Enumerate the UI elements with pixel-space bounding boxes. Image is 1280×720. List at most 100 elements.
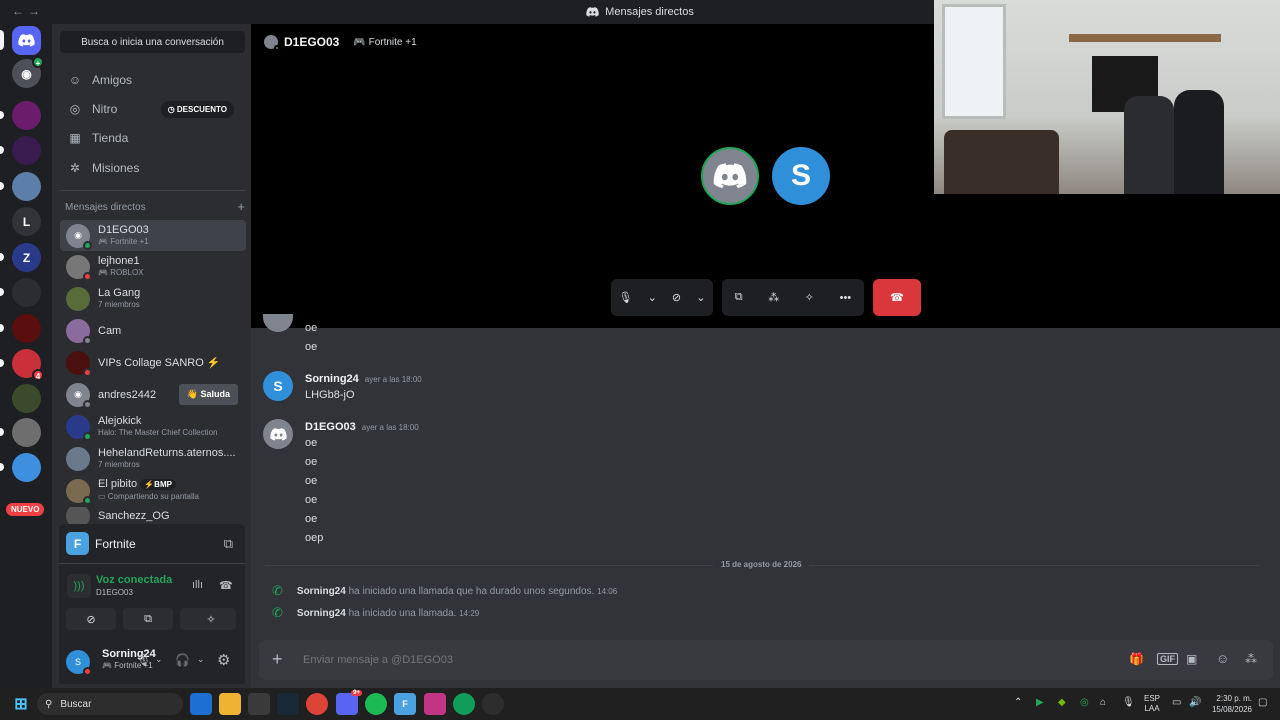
microphone-icon[interactable]: 🎙 <box>1122 697 1135 708</box>
message-author[interactable]: Sorning24 <box>305 373 359 385</box>
apps-icon[interactable]: ⁂ <box>1245 652 1257 666</box>
chevron-down-icon[interactable]: ⌄ <box>155 654 163 665</box>
call-peer-name[interactable]: D1EGO03 <box>284 35 339 49</box>
nav-quests[interactable]: ✲ Misiones <box>60 154 246 182</box>
noise-suppression-icon[interactable]: ıllı <box>192 579 203 591</box>
wave-button[interactable]: 👋 Saluda <box>178 384 238 405</box>
dm-item[interactable]: Sanchezz_OG <box>60 507 246 525</box>
app-icon[interactable] <box>482 693 504 715</box>
usb-icon[interactable]: ⌂ <box>1100 697 1106 708</box>
message-text: oe <box>305 475 318 487</box>
taskbar-search[interactable]: ⚲ Buscar <box>37 693 183 715</box>
dm-item[interactable]: HehelandReturns.aternos.... 7 miembros <box>60 443 246 474</box>
discord-icon <box>18 34 35 47</box>
file-explorer-icon[interactable] <box>219 693 241 715</box>
soundboard-button[interactable]: ✧ <box>186 608 236 630</box>
screen-share-icon[interactable]: ⧉ <box>735 291 743 304</box>
more-icon[interactable]: ••• <box>840 292 852 304</box>
dm-item[interactable]: La Gang 7 miembros <box>60 283 246 314</box>
call-actions: ⧉ ⁂ ✧ ••• <box>722 279 864 316</box>
chevron-down-icon[interactable]: ⌄ <box>696 291 705 304</box>
nav-shop[interactable]: ▦ Tienda <box>60 124 246 152</box>
disconnect-icon[interactable]: ☎ <box>219 579 233 592</box>
emoji-icon[interactable]: ☺ <box>1216 651 1229 666</box>
gif-icon[interactable]: GIF <box>1157 653 1178 665</box>
dm-item[interactable]: lejhone1 🎮 ROBLOX <box>60 251 246 282</box>
server-icon[interactable] <box>12 384 41 413</box>
clock[interactable]: 2:30 p. m. 15/08/2026 <box>1206 693 1252 715</box>
avatar[interactable]: S <box>263 371 293 401</box>
language-indicator[interactable]: ESP LAA <box>1144 694 1160 714</box>
sticker-icon[interactable]: ▣ <box>1186 652 1197 666</box>
server-icon[interactable] <box>0 136 41 165</box>
notification-icon[interactable]: ▢ <box>1258 697 1267 708</box>
avatar[interactable] <box>263 419 293 449</box>
screen-share-button[interactable]: ⧉ <box>123 608 173 630</box>
nvidia-icon[interactable]: ◆ <box>1058 697 1066 708</box>
microphone-icon[interactable]: 🎙 <box>619 291 633 304</box>
camera-feed[interactable] <box>934 0 1280 194</box>
dm-item[interactable]: El pibito ⚡BMP ▭ Compartiendo su pantalla <box>60 475 246 506</box>
nav-friends[interactable]: ☺ Amigos <box>60 66 246 94</box>
server-icon[interactable] <box>0 172 41 201</box>
signal-icon[interactable]: ))) <box>67 574 91 598</box>
back-forward-arrows[interactable]: ←→ <box>12 4 44 18</box>
headphones-icon[interactable]: 🎧 <box>175 653 190 667</box>
activities-icon[interactable]: ⁂ <box>768 291 779 304</box>
dm-item[interactable]: Alejokick Halo: The Master Chief Collecti… <box>60 411 246 442</box>
activity-card[interactable]: F Fortnite ⧉ <box>59 524 245 564</box>
fortnite-taskbar-icon[interactable]: F <box>394 693 416 715</box>
windows-start-icon[interactable]: ⊞ <box>10 693 32 715</box>
participant-avatar[interactable] <box>701 147 759 205</box>
gift-icon[interactable]: 🎁 <box>1129 652 1144 666</box>
user-avatar[interactable]: S <box>66 650 92 676</box>
server-icon[interactable] <box>0 453 41 482</box>
hang-up-button[interactable]: ☎ <box>873 279 921 316</box>
home-dm-button[interactable] <box>0 26 41 55</box>
chrome-icon[interactable] <box>453 693 475 715</box>
network-icon[interactable]: ▭ <box>1172 697 1181 708</box>
server-icon[interactable]: 4 <box>0 349 44 381</box>
camera-button[interactable]: ⊘ <box>66 608 116 630</box>
dm-item[interactable]: Cam <box>60 315 246 346</box>
tray-icon[interactable]: ◎ <box>1080 697 1089 708</box>
search-conversation-button[interactable]: Busca o inicia una conversación <box>60 31 245 53</box>
dm-item[interactable]: ◉ andres2442 👋 Saluda <box>60 379 246 410</box>
server-icon[interactable] <box>0 418 41 447</box>
microphone-icon[interactable]: 🎙 <box>136 653 151 667</box>
chevron-down-icon[interactable]: ⌄ <box>648 291 657 304</box>
chevron-up-icon[interactable]: ⌃ <box>1014 697 1022 708</box>
soundboard-icon[interactable]: ✧ <box>805 291 814 304</box>
discord-icon <box>586 7 599 17</box>
add-dm-icon[interactable]: + <box>237 199 245 214</box>
voice-status[interactable]: Voz conectada <box>96 574 172 586</box>
app-icon[interactable] <box>190 693 212 715</box>
server-icon-letter[interactable]: L <box>12 207 41 236</box>
message-author[interactable]: D1EGO03 <box>305 421 356 433</box>
server-icon[interactable]: + ◉ <box>12 56 44 88</box>
steam-icon[interactable] <box>277 693 299 715</box>
server-icon[interactable] <box>0 101 41 130</box>
discord-taskbar-icon[interactable]: 9+ <box>336 690 362 715</box>
server-icon[interactable]: Z <box>0 243 41 272</box>
message-input[interactable] <box>303 650 1083 670</box>
add-attachment-icon[interactable]: + <box>272 649 283 670</box>
store-icon[interactable] <box>248 693 270 715</box>
dm-item[interactable]: ◉ D1EGO03 🎮 Fortnite +1 <box>60 220 246 251</box>
instagram-icon[interactable] <box>424 693 446 715</box>
participant-avatar[interactable]: S <box>772 147 830 205</box>
gear-icon[interactable]: ⚙ <box>217 651 230 669</box>
spotify-icon[interactable] <box>365 693 387 715</box>
tray-icon[interactable]: ▶ <box>1036 697 1044 708</box>
avatar <box>66 254 92 281</box>
chevron-down-icon[interactable]: ⌄ <box>197 654 205 665</box>
dm-item[interactable]: VIPs Collage SANRO ⚡ <box>60 347 246 378</box>
chrome-icon[interactable] <box>306 693 328 715</box>
screen-share-icon: ⧉ <box>144 612 152 625</box>
server-icon[interactable] <box>0 278 41 307</box>
camera-off-icon[interactable]: ⊘ <box>672 291 681 304</box>
server-icon[interactable] <box>0 314 41 343</box>
volume-icon[interactable]: 🔊 <box>1189 697 1201 708</box>
stream-icon[interactable]: ⧉ <box>224 536 233 552</box>
nav-nitro[interactable]: ◎ Nitro ◷ DESCUENTO <box>60 95 246 123</box>
